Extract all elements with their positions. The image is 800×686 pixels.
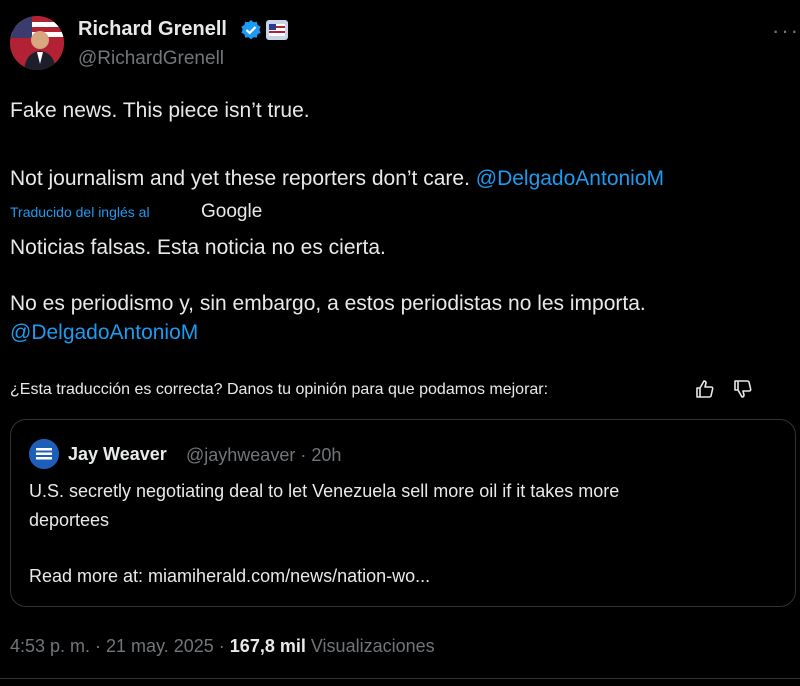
views-label: Visualizaciones (310, 636, 435, 656)
views-count: 167,8 mil (229, 636, 306, 656)
thumbs-up-icon[interactable] (694, 378, 716, 400)
translated-mention-link[interactable]: @DelgadoAntonioM (10, 321, 198, 345)
quote-author-name[interactable]: Jay Weaver (68, 444, 167, 465)
google-logo: Google (201, 201, 263, 222)
affiliation-flag-icon[interactable] (266, 20, 288, 40)
more-options-icon[interactable]: ··· (772, 18, 800, 44)
mention-link[interactable]: @DelgadoAntonioM (476, 167, 664, 190)
quote-read-more: Read more at: miamiherald.com/news/natio… (29, 566, 431, 586)
avatar[interactable] (10, 16, 64, 70)
tweet-line-2-text: Not journalism and yet these reporters d… (10, 167, 470, 190)
thumbs-down-icon[interactable] (732, 378, 754, 400)
translated-line-1: Noticias falsas. Esta noticia no es cier… (10, 236, 386, 259)
translation-label: Traducido del inglés al (10, 204, 150, 220)
author-handle[interactable]: @RichardGrenell (78, 48, 224, 70)
quote-text-line-2: deportees (29, 510, 110, 530)
quote-handle-time[interactable]: @jayhweaver · 20h (186, 445, 341, 466)
translation-feedback-text: ¿Esta traducción es correcta? Danos tu o… (10, 381, 549, 398)
verified-badge-icon (240, 19, 262, 41)
quote-text-line-1: U.S. secretly negotiating deal to let Ve… (29, 481, 620, 501)
tweet-line-1: Fake news. This piece isn’t true. (10, 99, 310, 122)
tweet-line-2: Not journalism and yet these reporters d… (10, 167, 664, 191)
divider (0, 678, 800, 679)
timestamp[interactable]: 4:53 p. m. · 21 may. 2025 · (10, 636, 225, 656)
translated-line-2: No es periodismo y, sin embargo, a estos… (10, 292, 646, 315)
author-name[interactable]: Richard Grenell (78, 18, 227, 41)
quote-avatar[interactable] (29, 439, 59, 469)
tweet-footer: 4:53 p. m. · 21 may. 2025 · 167,8 mil Vi… (10, 636, 435, 657)
